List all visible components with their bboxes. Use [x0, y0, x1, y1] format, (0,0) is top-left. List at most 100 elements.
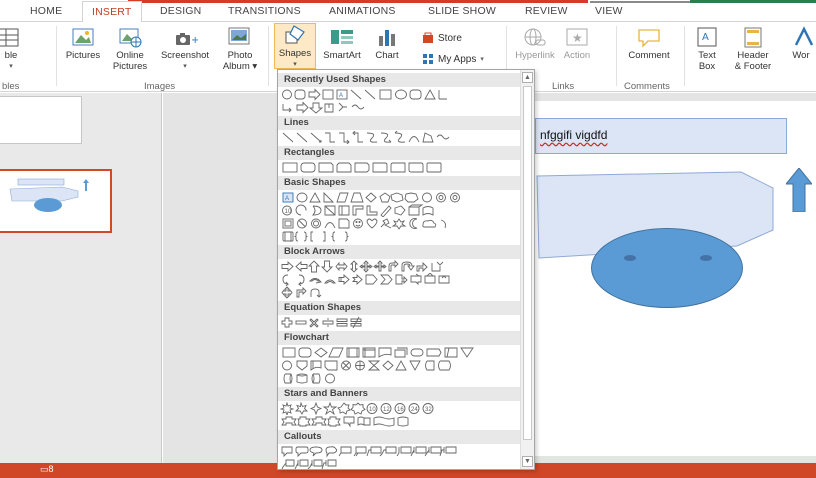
hyperlink-icon — [522, 26, 548, 48]
section-flowchart: Flowchart — [278, 331, 521, 345]
equation-shapes-row[interactable] — [280, 316, 520, 329]
header-footer-button[interactable]: Header & Footer — [730, 26, 776, 72]
action-button[interactable]: ★ Action — [560, 26, 594, 61]
tab-slide-show[interactable]: SLIDE SHOW — [428, 5, 496, 17]
svg-text:+: + — [191, 35, 198, 46]
svg-text:10: 10 — [369, 407, 376, 413]
slide-thumbnail-2[interactable] — [0, 169, 112, 233]
section-basic-shapes: Basic Shapes — [278, 176, 521, 190]
hyperlink-button[interactable]: Hyperlink — [512, 26, 558, 61]
chart-button[interactable]: Chart — [370, 26, 404, 61]
action-label: Action — [563, 50, 591, 61]
svg-text:★: ★ — [572, 31, 583, 45]
bar-chart-icon — [374, 26, 400, 48]
block-arrows-row-2[interactable] — [280, 273, 520, 286]
up-arrow-shape[interactable] — [786, 168, 812, 212]
flowchart-row-2[interactable] — [280, 359, 520, 372]
basic-shapes-row-4[interactable] — [280, 230, 520, 243]
store-icon — [423, 32, 433, 43]
svg-text:24: 24 — [411, 407, 418, 413]
scroll-down-icon[interactable]: ▼ — [522, 456, 533, 467]
callouts-row-2[interactable] — [280, 458, 520, 469]
smiley-right-eye — [700, 255, 712, 261]
comment-button[interactable]: Comment — [622, 26, 676, 61]
block-arrows-row-1[interactable] — [280, 260, 520, 273]
online-pictures-label-1: Online — [116, 50, 144, 61]
gallery-scrollbar[interactable]: ▲ ▼ — [520, 70, 534, 469]
photo-album-icon — [227, 26, 253, 48]
tab-transitions[interactable]: TRANSITIONS — [228, 5, 301, 17]
pictures-button[interactable]: Pictures — [60, 26, 106, 61]
comment-label: Comment — [628, 50, 670, 61]
screenshot-button[interactable]: + Screenshot ▾ — [156, 26, 214, 72]
header-footer-label-2: & Footer — [734, 61, 772, 72]
tab-design[interactable]: DESIGN — [160, 5, 201, 17]
shapes-icon — [282, 24, 308, 46]
chevron-down-icon: ▾ — [480, 56, 484, 63]
tab-animations[interactable]: ANIMATIONS — [329, 5, 396, 17]
header-footer-label-1: Header — [737, 50, 769, 61]
tab-insert[interactable]: INSERT — [82, 1, 142, 23]
pictures-label: Pictures — [65, 50, 101, 61]
slide-thumbnail-pane — [0, 93, 162, 463]
photo-album-button[interactable]: Photo Album ▾ — [218, 26, 262, 72]
recent-shapes-row-2[interactable] — [280, 101, 520, 114]
rectangles-row[interactable] — [280, 161, 520, 174]
my-apps-button[interactable]: My Apps ▾ — [422, 53, 484, 65]
tab-accent-line — [128, 0, 588, 3]
chevron-down-icon: ▾ — [183, 63, 187, 70]
tab-review[interactable]: REVIEW — [525, 5, 568, 17]
photo-album-label-1: Photo — [227, 50, 253, 61]
flowchart-row-3[interactable] — [280, 372, 520, 385]
status-icon[interactable]: ▭8 — [40, 464, 54, 475]
slide-thumbnail-1[interactable] — [0, 96, 82, 144]
shapes-button[interactable]: Shapes ▾ — [274, 23, 316, 69]
table-icon — [0, 26, 24, 48]
table-label: ble — [4, 50, 18, 61]
tab-accent-line-grey — [590, 1, 690, 3]
shapes-label: Shapes — [278, 48, 312, 59]
wordart-button[interactable]: Wor — [786, 26, 816, 61]
smiley-face-shape[interactable] — [591, 228, 743, 308]
basic-shapes-row-3[interactable] — [280, 217, 520, 230]
table-button[interactable]: ble ▾ — [0, 26, 22, 72]
chevron-down-icon: ▾ — [9, 63, 13, 70]
picture-icon — [70, 26, 96, 48]
svg-text:A: A — [339, 93, 343, 99]
smartart-button[interactable]: SmartArt — [318, 26, 366, 61]
scroll-up-icon[interactable]: ▲ — [522, 72, 533, 83]
wordart-label: Wor — [792, 50, 810, 61]
store-button[interactable]: Store — [422, 32, 462, 44]
chart-label: Chart — [375, 50, 399, 61]
section-stars-and-banners: Stars and Banners — [278, 387, 521, 401]
section-recently-used-shapes: Recently Used Shapes — [278, 73, 521, 87]
stars-banners-row-2[interactable] — [280, 415, 520, 428]
scrollbar-thumb[interactable] — [523, 86, 532, 440]
tab-accent-line-green — [690, 0, 816, 3]
hyperlink-label: Hyperlink — [515, 50, 555, 61]
camera-icon: + — [172, 26, 199, 48]
text-box-label-1: Text — [698, 50, 716, 61]
slide-title-text[interactable]: nfggifi vigdfd — [540, 128, 607, 142]
block-arrows-row-3[interactable] — [280, 286, 520, 299]
smartart-label: SmartArt — [323, 50, 361, 61]
lines-row[interactable] — [280, 131, 520, 144]
svg-text:A: A — [702, 32, 709, 43]
action-star-icon: ★ — [564, 26, 590, 48]
stars-banners-row-1[interactable]: 10 12 16 24 32 — [280, 402, 520, 415]
basic-shapes-row-2[interactable]: 10 — [280, 204, 520, 217]
tab-view[interactable]: VIEW — [595, 5, 623, 17]
group-separator — [56, 26, 57, 86]
photo-album-label-2: Album ▾ — [222, 61, 258, 72]
svg-text:12: 12 — [383, 407, 390, 413]
online-pictures-label-2: Pictures — [112, 61, 148, 72]
callouts-row-1[interactable] — [280, 445, 520, 458]
basic-shapes-row-1[interactable]: A — [280, 191, 520, 204]
group-label-comments: Comments — [624, 81, 670, 92]
flowchart-row-1[interactable] — [280, 346, 520, 359]
text-box-button[interactable]: A Text Box — [692, 26, 722, 72]
tab-home[interactable]: HOME — [30, 5, 62, 17]
online-pictures-button[interactable]: Online Pictures — [108, 26, 152, 72]
section-equation-shapes: Equation Shapes — [278, 301, 521, 315]
recent-shapes-row-1[interactable]: A — [280, 88, 520, 101]
